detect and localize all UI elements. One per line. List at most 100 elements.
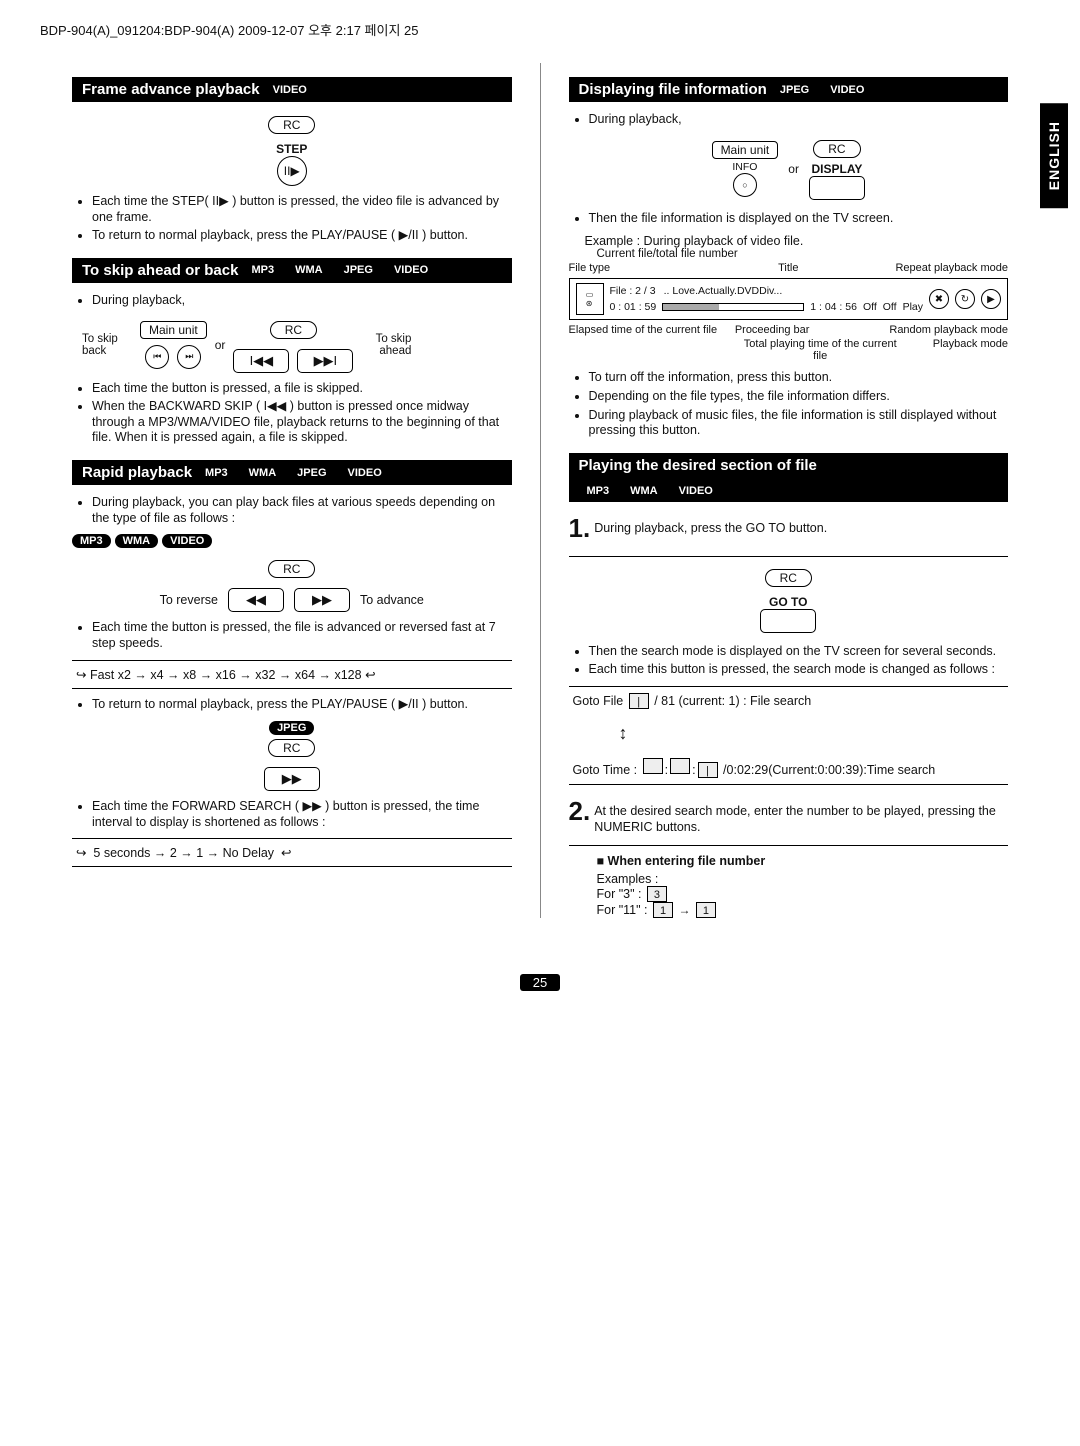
when-entering-text: When entering file number [608,854,766,868]
skip-diagram: To skip back Main unit ⏮ ⏭ or RC I◀◀ ▶▶I… [72,317,512,373]
to-reverse-label: To reverse [160,593,218,607]
pill-jpeg: JPEG [269,721,314,735]
play-label: Play [903,301,923,313]
note: Depending on the file types, the file in… [589,389,1009,405]
title-text: To skip ahead or back [82,262,238,279]
note: Then the file information is displayed o… [589,211,1009,227]
section-skip: To skip ahead or back MP3 WMA JPEG VIDEO [72,258,512,283]
lbl-playmode: Playback mode [912,338,1008,362]
lbl-title: Title [715,262,862,274]
example-3: For "3" : 3 [597,886,1009,902]
note: Then the search mode is displayed on the… [589,644,1009,660]
goto-time-label: Goto Time : [573,763,638,777]
updown-arrow-icon: ↕ [569,723,1009,744]
frame-advance-diagram: RC STEP II▶ [72,112,512,186]
step-1: 1. During playback, press the GO TO butt… [569,512,1009,546]
pill-video: VIDEO [340,466,390,480]
right-column: Displaying file information JPEG VIDEO D… [569,63,1009,918]
title-text: Rapid playback [82,464,192,481]
goto-button-icon [760,609,816,633]
main-unit-label: Main unit [140,321,207,339]
language-tab: ENGLISH [1040,103,1068,208]
num-key: 3 [647,886,667,902]
note: During playback of music files, the file… [589,408,1009,439]
skip-during: During playback, [92,293,512,309]
arrow-icon: → [679,903,691,917]
pill-video: VIDEO [386,263,436,277]
rapid-intro: During playback, you can play back files… [92,495,512,526]
lbl-filetype: File type [569,262,716,274]
reverse-icon: ◀◀ [228,588,284,612]
time-box [643,758,663,774]
skip-back-label: To skip back [82,333,132,357]
examples-label: Examples : [597,872,1009,886]
progress-bar [662,303,804,311]
note: When the BACKWARD SKIP ( I◀◀ ) button is… [92,399,512,446]
goto-time-row: Goto Time : ::| /0:02:29(Current:0:00:39… [569,752,1009,785]
title-text: Displaying file information [579,81,767,98]
skip-ahead-label: To skip ahead [361,333,411,357]
play-icon: ▶ [981,289,1001,309]
lbl-repeat: Repeat playback mode [862,262,1009,274]
title-text: Frame advance playback [82,81,260,98]
display-notes: To turn off the information, press this … [589,370,1009,439]
pill-wma: WMA [241,466,285,480]
goto-file-row: Goto File | / 81 (current: 1) : File sea… [569,686,1009,715]
file-title: .. Love.Actually.DVDDiv... [664,285,783,297]
page-content: ENGLISH Frame advance playback VIDEO RC … [0,43,1080,958]
skip-fwd-rc-icon: ▶▶I [297,349,353,373]
rapid-jpeg-notes: Each time the FORWARD SEARCH ( ▶▶ ) butt… [92,799,512,830]
pill-jpeg: JPEG [772,83,817,97]
pill-video: VIDEO [671,484,721,498]
pill-mp3: MP3 [243,263,282,277]
or-text: or [215,338,226,352]
num-key: 1 [653,902,673,918]
rc-label: RC [268,739,315,757]
display-then: Then the file information is displayed o… [589,211,1009,227]
goto-notes: Then the search mode is displayed on the… [589,644,1009,678]
note: Each time the FORWARD SEARCH ( ▶▶ ) butt… [92,799,512,830]
elapsed-time: 0 : 01 : 59 [610,301,657,313]
left-column: Frame advance playback VIDEO RC STEP II▶… [72,63,512,918]
pill-jpeg: JPEG [289,466,334,480]
frame-advance-notes: Each time the STEP( II▶ ) button is pres… [92,194,512,244]
time-box: | [698,762,718,778]
lbl-random: Random playback mode [874,324,1008,336]
for-3-label: For "3" : [597,887,642,901]
info-button-icon: ○ [733,173,757,197]
pill-wma: WMA [115,534,159,548]
note: Each time the button is pressed, a file … [92,381,512,397]
for-11-label: For "11" : [597,903,648,917]
file-number: File : 2 / 3 [610,285,656,297]
when-entering-heading: ■ When entering file number [597,854,1009,868]
rapid-jpeg-block: JPEG RC ▶▶ [72,720,512,791]
to-advance-label: To advance [360,593,424,607]
note: To return to normal playback, press the … [92,228,512,244]
skip-fwd-hw-icon: ⏭ [177,345,201,369]
total-time: 1 : 04 : 56 [810,301,857,313]
section-display-info: Displaying file information JPEG VIDEO [569,77,1009,102]
rapid-note2: To return to normal playback, press the … [92,697,512,713]
goto-time-rest: /0:02:29(Current:0:00:39):Time search [723,763,935,777]
step-2: 2. At the desired search mode, enter the… [569,795,1009,836]
pill-video: VIDEO [265,83,315,97]
note: Each time the button is pressed, the fil… [92,620,512,651]
example-11: For "11" : 1 → 1 [597,902,1009,918]
file-type-icon: ▭⊛ [576,283,604,315]
cap-current: Current file/total file number [597,248,1009,260]
skip-back-rc-icon: I◀◀ [233,349,289,373]
rc-label: RC [813,140,860,158]
cursor-box: | [629,693,649,709]
rapid-note1: Each time the button is pressed, the fil… [92,620,512,651]
column-divider [540,63,541,918]
section-frame-advance: Frame advance playback VIDEO [72,77,512,102]
rc-label: RC [268,116,315,134]
skip-back-hw-icon: ⏮ [145,345,169,369]
repeat-icon: ↻ [955,289,975,309]
pill-mp3: MP3 [197,466,236,480]
rc-label: RC [765,569,812,587]
pill-video: VIDEO [162,534,212,548]
main-unit-label: Main unit [712,141,779,159]
rc-label: RC [270,321,317,339]
title-text: Playing the desired section of file [579,457,817,474]
